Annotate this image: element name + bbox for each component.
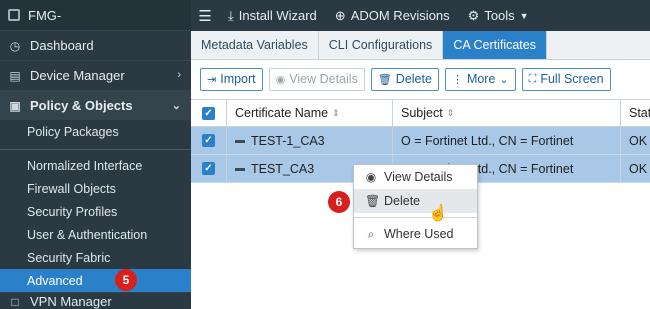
more-label: More	[466, 72, 496, 86]
caret-down-icon: ▼	[519, 10, 529, 21]
nav-vpn-manager-label: VPN Manager	[30, 294, 112, 309]
context-menu: ◉ View Details 🗑 Delete ⌕ Where Used	[353, 164, 478, 249]
column-header-subject[interactable]: Subject ⇕	[393, 100, 621, 126]
gear-icon: ⚙	[467, 7, 480, 23]
subject-cell: O = Fortinet Ltd., CN = Fortinet	[393, 127, 621, 154]
trash-icon: 🗑	[377, 73, 392, 86]
row-checkbox[interactable]: ✓	[202, 162, 215, 175]
sidebar-item-security-fabric[interactable]: Security Fabric	[0, 246, 191, 269]
sidebar-item-firewall-objects[interactable]: Firewall Objects	[0, 177, 191, 200]
sidebar: FMG- ◷ Dashboard ▤ Device Manager › ▣ Po…	[0, 0, 191, 309]
adom-revisions-label: ADOM Revisions	[350, 8, 450, 23]
view-details-button[interactable]: ◉ View Details	[268, 67, 365, 91]
certificate-icon: ▬	[235, 135, 245, 146]
row-checkbox-cell[interactable]: ✓	[191, 127, 227, 154]
full-screen-label: Full Screen	[540, 72, 604, 86]
install-wizard-label: Install Wizard	[238, 8, 317, 23]
tools-menu[interactable]: ⚙ Tools ▼	[459, 8, 538, 24]
more-vertical-icon: ⋮	[451, 73, 463, 86]
nav-device-manager[interactable]: ▤ Device Manager ›	[0, 60, 191, 90]
nav-policy-objects-label: Policy & Objects	[30, 98, 133, 113]
table-row[interactable]: ✓ ▬ TEST-1_CA3 O = Fortinet Ltd., CN = F…	[191, 127, 650, 155]
tab-metadata-variables[interactable]: Metadata Variables	[191, 31, 319, 59]
certificate-name-cell: ▬ TEST-1_CA3	[227, 127, 393, 154]
more-button[interactable]: ⋮ More ⌄	[444, 67, 516, 91]
view-details-label: View Details	[289, 72, 358, 86]
device-icon	[8, 9, 20, 21]
status-cell: OK	[629, 133, 648, 148]
import-icon: ⇥	[207, 73, 217, 86]
column-header-certificate-name[interactable]: Certificate Name ⇕	[227, 100, 393, 126]
brand: FMG-	[0, 0, 191, 30]
table-header: ✓ Certificate Name ⇕ Subject ⇕ Statu	[191, 99, 650, 127]
action-toolbar: ⇥ Import ◉ View Details 🗑 Delete ⋮ More …	[191, 60, 650, 98]
tab-cli-configurations[interactable]: CLI Configurations	[319, 31, 444, 59]
tab-bar: Metadata Variables CLI Configurations CA…	[191, 31, 650, 60]
eye-icon: ◉	[365, 170, 377, 184]
sidebar-item-security-profiles[interactable]: Security Profiles	[0, 200, 191, 223]
delete-label: Delete	[395, 72, 432, 86]
nav-vpn-manager[interactable]: □ VPN Manager	[0, 292, 191, 309]
import-label: Import	[220, 72, 256, 86]
sidebar-item-normalized-interface[interactable]: Normalized Interface	[0, 154, 191, 177]
search-icon: ⌕	[367, 226, 375, 241]
trash-icon: 🗑	[365, 194, 381, 208]
chevron-down-icon: ⌄	[171, 100, 181, 112]
tab-ca-certificates[interactable]: CA Certificates	[443, 31, 547, 59]
row-checkbox[interactable]: ✓	[202, 134, 215, 147]
hand-cursor-icon: ☝	[428, 205, 448, 222]
full-screen-button[interactable]: ⛶ Full Screen	[521, 67, 611, 91]
select-all-cell[interactable]: ✓	[191, 100, 227, 126]
sort-icon: ⇕	[446, 107, 455, 118]
brand-name: FMG-	[28, 7, 62, 23]
certificate-name: TEST_CA3	[251, 161, 315, 176]
nav-policy-objects[interactable]: ▣ Policy & Objects ⌄	[0, 90, 191, 120]
eye-icon: ◉	[275, 73, 286, 86]
sidebar-item-user-authentication[interactable]: User & Authentication	[0, 223, 191, 246]
context-view-details[interactable]: ◉ View Details	[354, 165, 477, 189]
install-wizard-button[interactable]: ⤓ Install Wizard	[219, 8, 326, 24]
column-header-label: Certificate Name	[235, 106, 329, 120]
delete-button[interactable]: 🗑 Delete	[370, 67, 439, 91]
step-badge-6: 6	[328, 191, 350, 213]
context-item-label: Delete	[384, 194, 421, 208]
tools-label: Tools	[484, 8, 515, 23]
policy-icon: ▣	[9, 98, 21, 113]
divider	[0, 149, 191, 150]
sidebar-item-policy-packages[interactable]: Policy Packages	[0, 120, 191, 143]
column-header-label: Subject	[401, 106, 443, 120]
row-checkbox-cell[interactable]: ✓	[191, 155, 227, 182]
vpn-icon: □	[11, 294, 19, 309]
dashboard-icon: ◷	[9, 38, 21, 53]
column-header-label: Statu	[629, 106, 650, 120]
top-toolbar: ☰ ⤓ Install Wizard ⊕ ADOM Revisions ⚙ To…	[191, 0, 650, 31]
context-where-used[interactable]: ⌕ Where Used	[354, 222, 477, 246]
chevron-down-icon: ⌄	[499, 73, 509, 86]
fullscreen-icon: ⛶	[528, 72, 537, 85]
context-delete[interactable]: 🗑 Delete	[354, 189, 477, 213]
status-cell: OK	[629, 161, 648, 176]
context-item-label: Where Used	[384, 227, 454, 241]
certificate-icon: ▬	[235, 163, 245, 174]
import-button[interactable]: ⇥ Import	[200, 67, 263, 91]
context-item-label: View Details	[384, 170, 453, 184]
sidebar-item-advanced[interactable]: Advanced	[0, 269, 191, 292]
nav-device-manager-label: Device Manager	[30, 68, 125, 83]
divider	[354, 217, 477, 218]
certificate-name: TEST-1_CA3	[251, 133, 325, 148]
hamburger-menu-icon[interactable]: ☰	[191, 7, 219, 25]
nav-dashboard-label: Dashboard	[30, 38, 94, 53]
install-icon: ⤓	[228, 7, 234, 23]
nav-dashboard[interactable]: ◷ Dashboard	[0, 30, 191, 60]
globe-icon: ⊕	[334, 7, 346, 23]
adom-revisions-button[interactable]: ⊕ ADOM Revisions	[326, 8, 459, 24]
column-header-status[interactable]: Statu	[621, 100, 650, 126]
device-manager-icon: ▤	[9, 68, 21, 83]
chevron-right-icon: ›	[177, 69, 181, 81]
sort-icon: ⇕	[332, 107, 340, 118]
step-badge-5: 5	[115, 269, 137, 291]
select-all-checkbox[interactable]: ✓	[202, 106, 215, 120]
